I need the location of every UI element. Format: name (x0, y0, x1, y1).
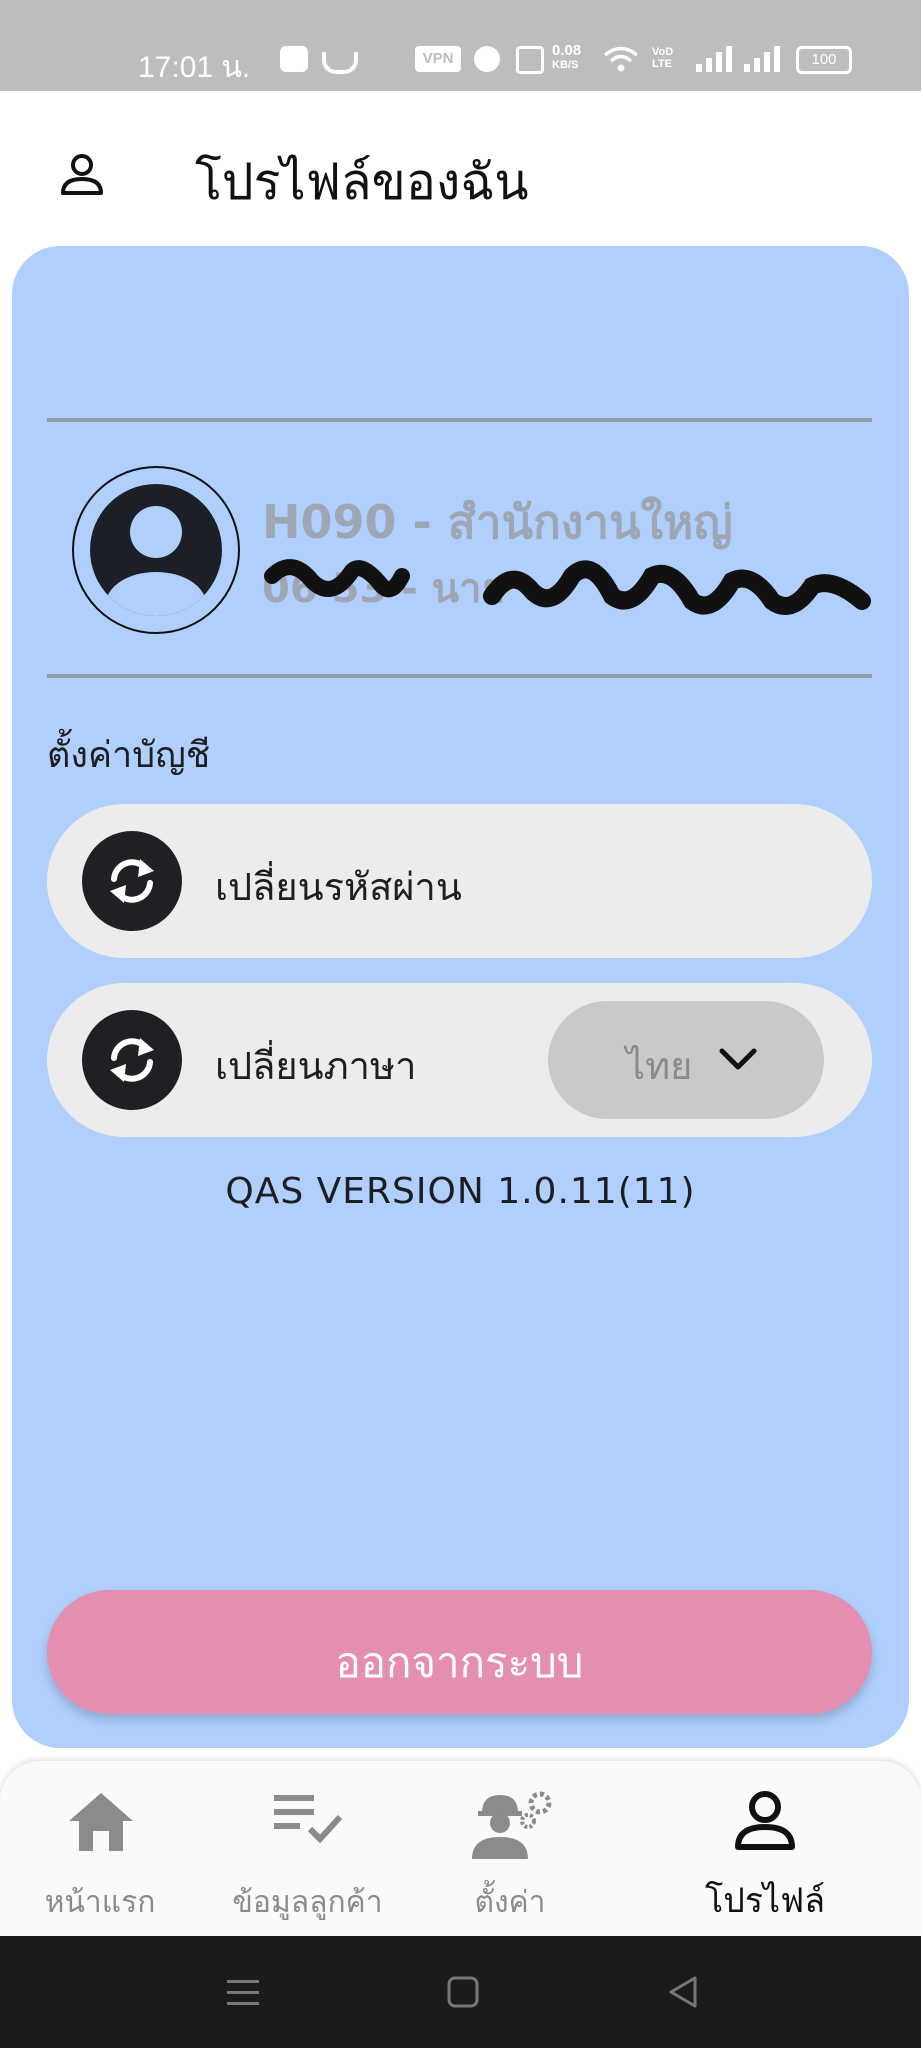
vibrate-icon (516, 46, 544, 74)
signal-1-icon (696, 46, 732, 72)
app-version: QAS VERSION 1.0.11(11) (225, 1171, 696, 1212)
checklist-icon (274, 1795, 343, 1844)
nav-settings-label: ตั้งค่า (474, 1885, 546, 1920)
worker-settings-icon (472, 1791, 552, 1859)
divider-top (47, 418, 872, 422)
change-language-row: เปลี่ยนภาษา ไทย (47, 983, 872, 1137)
vpn-icon: VPN (415, 46, 461, 72)
wifi-icon (603, 46, 639, 72)
language-value: ไทย (626, 1044, 693, 1088)
sync-icon (82, 831, 182, 931)
status-time: 17:01 น. (138, 51, 251, 84)
bottom-navigation: หน้าแรก ข้อมูลลูกค้า ตั้งค่า โปรไฟล์ (0, 1761, 921, 1936)
user-icon (61, 154, 103, 195)
volte-icon: VoD LTE (652, 46, 674, 70)
nav-customer-info-label: ข้อมูลลูกค้า (232, 1885, 383, 1920)
nav-home-label: หน้าแรก (44, 1885, 156, 1920)
account-settings-label: ตั้งค่าบัญชี (47, 735, 211, 776)
home-square-icon[interactable] (441, 1970, 485, 2014)
logout-button[interactable]: ออกจากระบบ (47, 1590, 872, 1714)
menu-icon[interactable] (221, 1970, 265, 2014)
nav-customer-info[interactable]: ข้อมูลลูกค้า (220, 1761, 395, 1936)
app-header: โปรไฟล์ของฉัน (0, 91, 921, 246)
divider-bottom (47, 674, 872, 678)
net-speed-value: 0.08 (552, 42, 582, 59)
redaction-scribble (264, 559, 871, 615)
chevron-down-icon (719, 1048, 757, 1070)
nav-profile[interactable]: โปรไฟล์ (690, 1761, 840, 1936)
notification-u-icon (322, 52, 358, 74)
home-icon (69, 1793, 133, 1851)
change-language-label: เปลี่ยนภาษา (215, 1044, 417, 1088)
logout-label: ออกจากระบบ (335, 1638, 584, 1687)
profile-card: H090 - สำนักงานใหญ่ 06 53 - นาย ตั้งค่าบ… (12, 246, 909, 1748)
back-icon[interactable] (661, 1970, 705, 2014)
sync-icon (82, 1010, 182, 1110)
net-speed-unit: KB/S (552, 59, 579, 71)
alarm-icon (474, 46, 500, 72)
change-password-label: เปลี่ยนรหัสผ่าน (215, 865, 462, 909)
nav-settings[interactable]: ตั้งค่า (430, 1761, 590, 1936)
nav-profile-label: โปรไฟล์ (704, 1881, 826, 1921)
system-navigation-bar (0, 1936, 921, 2048)
nav-home[interactable]: หน้าแรก (20, 1761, 180, 1936)
message-icon (280, 46, 308, 72)
status-bar: 17:01 น. VPN 0.08 KB/S VoD LTE 100 (0, 0, 921, 91)
language-dropdown[interactable]: ไทย (548, 1001, 824, 1119)
avatar (72, 466, 240, 634)
account-circle-icon (90, 484, 222, 616)
person-icon (735, 1791, 795, 1850)
change-password-button[interactable]: เปลี่ยนรหัสผ่าน (47, 804, 872, 958)
page-title: โปรไฟล์ของฉัน (195, 153, 529, 211)
net-speed: 0.08 KB/S (552, 42, 594, 71)
battery-icon: 100 (796, 46, 852, 74)
signal-2-icon (744, 46, 780, 72)
